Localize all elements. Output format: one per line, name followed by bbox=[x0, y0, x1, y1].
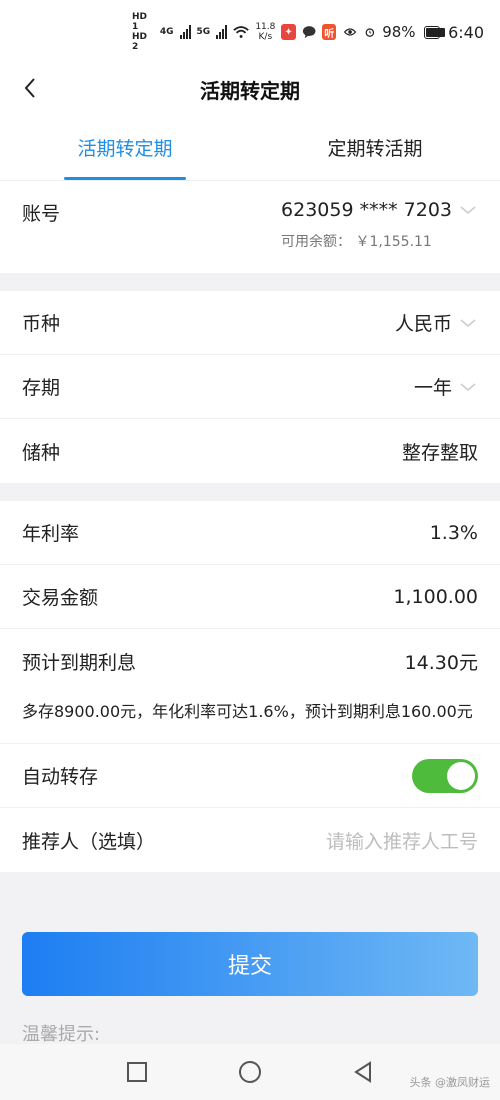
app-notification-icon: ✦ bbox=[281, 24, 296, 40]
back-triangle-icon[interactable] bbox=[352, 1061, 374, 1083]
account-label: 账号 bbox=[22, 203, 61, 225]
tab-fixed-to-demand[interactable]: 定期转活期 bbox=[250, 114, 500, 180]
rate-row: 年利率 1.3% bbox=[0, 501, 500, 565]
currency-label: 币种 bbox=[22, 313, 61, 335]
currency-row[interactable]: 币种 人民币 bbox=[0, 291, 500, 355]
battery-fill bbox=[425, 27, 446, 37]
sim-indicator: HD 1 HD 2 bbox=[132, 12, 154, 52]
referrer-label: 推荐人（选填） bbox=[22, 830, 156, 853]
term-row[interactable]: 存期 一年 bbox=[0, 355, 500, 419]
chevron-down-icon[interactable] bbox=[458, 316, 478, 330]
currency-value: 人民币 bbox=[394, 313, 452, 335]
net-speed-unit: K/s bbox=[258, 32, 273, 42]
clock: 6:40 bbox=[448, 22, 484, 42]
term-value: 一年 bbox=[413, 377, 452, 399]
referrer-row: 推荐人（选填） 请输入推荐人工号 bbox=[0, 808, 500, 872]
net-speed: 11.8 K/s bbox=[255, 22, 275, 42]
battery-icon bbox=[423, 25, 446, 39]
chevron-down-icon[interactable] bbox=[458, 380, 478, 394]
auto-renew-label: 自动转存 bbox=[22, 766, 99, 788]
tab-bar: 活期转定期 定期转活期 bbox=[0, 114, 500, 181]
submit-button[interactable]: 提交 bbox=[22, 932, 478, 996]
alarm-icon bbox=[365, 28, 374, 37]
nav-bar: 活期转定期 bbox=[0, 64, 500, 114]
deposit-type-row: 储种 整存整取 bbox=[0, 419, 500, 483]
account-row[interactable]: 账号 623059 **** 7203 可用余额： ￥1,155.11 bbox=[0, 181, 500, 273]
tip-heading: 温馨提示: bbox=[22, 1024, 101, 1045]
chevron-down-icon[interactable] bbox=[458, 203, 478, 217]
interest-label: 预计到期利息 bbox=[22, 651, 137, 674]
wifi-icon bbox=[233, 26, 250, 38]
recent-apps-icon[interactable] bbox=[126, 1061, 148, 1083]
amount-label: 交易金额 bbox=[22, 587, 99, 609]
tab-demand-to-fixed[interactable]: 活期转定期 bbox=[0, 114, 250, 180]
hd2-label: HD 2 bbox=[132, 32, 148, 52]
signal-icon bbox=[179, 25, 191, 39]
auto-renew-row: 自动转存 bbox=[0, 744, 500, 808]
rate-label: 年利率 bbox=[22, 523, 80, 545]
amount-row[interactable]: 交易金额 1,100.00 bbox=[0, 565, 500, 629]
deposit-type-value: 整存整取 bbox=[401, 441, 478, 464]
section-divider bbox=[0, 273, 500, 291]
section-divider bbox=[0, 483, 500, 501]
account-number: 623059 **** 7203 bbox=[281, 199, 452, 221]
network-4g-label: 4G bbox=[159, 27, 174, 37]
network-5g-label: 5G bbox=[196, 27, 211, 37]
status-bar: HD 1 HD 2 4G 5G 11.8 K/s ✦ 听 98% 6:40 bbox=[0, 0, 500, 64]
system-nav-bar: 头条 @激凤财运 bbox=[0, 1044, 500, 1100]
promo-text: 多存8900.00元，年化利率可达1.6%，预计到期利息160.00元 bbox=[0, 693, 500, 744]
account-section: 账号 623059 **** 7203 可用余额： ￥1,155.11 bbox=[0, 181, 500, 273]
eye-icon bbox=[344, 28, 357, 36]
referrer-input[interactable]: 请输入推荐人工号 bbox=[326, 827, 478, 854]
rate-value: 1.3% bbox=[429, 521, 478, 544]
status-left: HD 1 HD 2 4G 5G 11.8 K/s ✦ 听 bbox=[132, 12, 337, 52]
listen-app-icon: 听 bbox=[322, 24, 337, 40]
auto-renew-toggle[interactable] bbox=[412, 758, 478, 793]
home-icon[interactable] bbox=[238, 1060, 262, 1084]
chat-bubble-icon bbox=[302, 26, 316, 39]
signal-icon bbox=[216, 25, 228, 39]
interest-value: 14.30元 bbox=[404, 651, 478, 674]
account-info: 623059 **** 7203 可用余额： ￥1,155.11 bbox=[281, 199, 478, 273]
toggle-knob bbox=[447, 761, 475, 790]
page-title: 活期转定期 bbox=[200, 78, 300, 103]
chevron-left-icon[interactable] bbox=[18, 73, 48, 103]
deposit-type-label: 储种 bbox=[22, 441, 61, 464]
transaction-details: 年利率 1.3% 交易金额 1,100.00 预计到期利息 14.30元 多存8… bbox=[0, 501, 500, 872]
balance-line: 可用余额： ￥1,155.11 bbox=[281, 231, 432, 251]
amount-value[interactable]: 1,100.00 bbox=[393, 586, 478, 608]
deposit-settings: 币种 人民币 存期 一年 储种 整存整取 bbox=[0, 291, 500, 483]
balance-value: ￥1,155.11 bbox=[355, 234, 432, 250]
hd1-label: HD 1 bbox=[132, 12, 148, 32]
net-speed-value: 11.8 bbox=[255, 22, 276, 32]
term-label: 存期 bbox=[22, 377, 61, 399]
interest-row: 预计到期利息 14.30元 bbox=[0, 629, 500, 693]
battery-percent: 98% bbox=[382, 23, 416, 41]
balance-label: 可用余额： bbox=[281, 234, 352, 250]
watermark: 头条 @激凤财运 bbox=[409, 1076, 491, 1089]
